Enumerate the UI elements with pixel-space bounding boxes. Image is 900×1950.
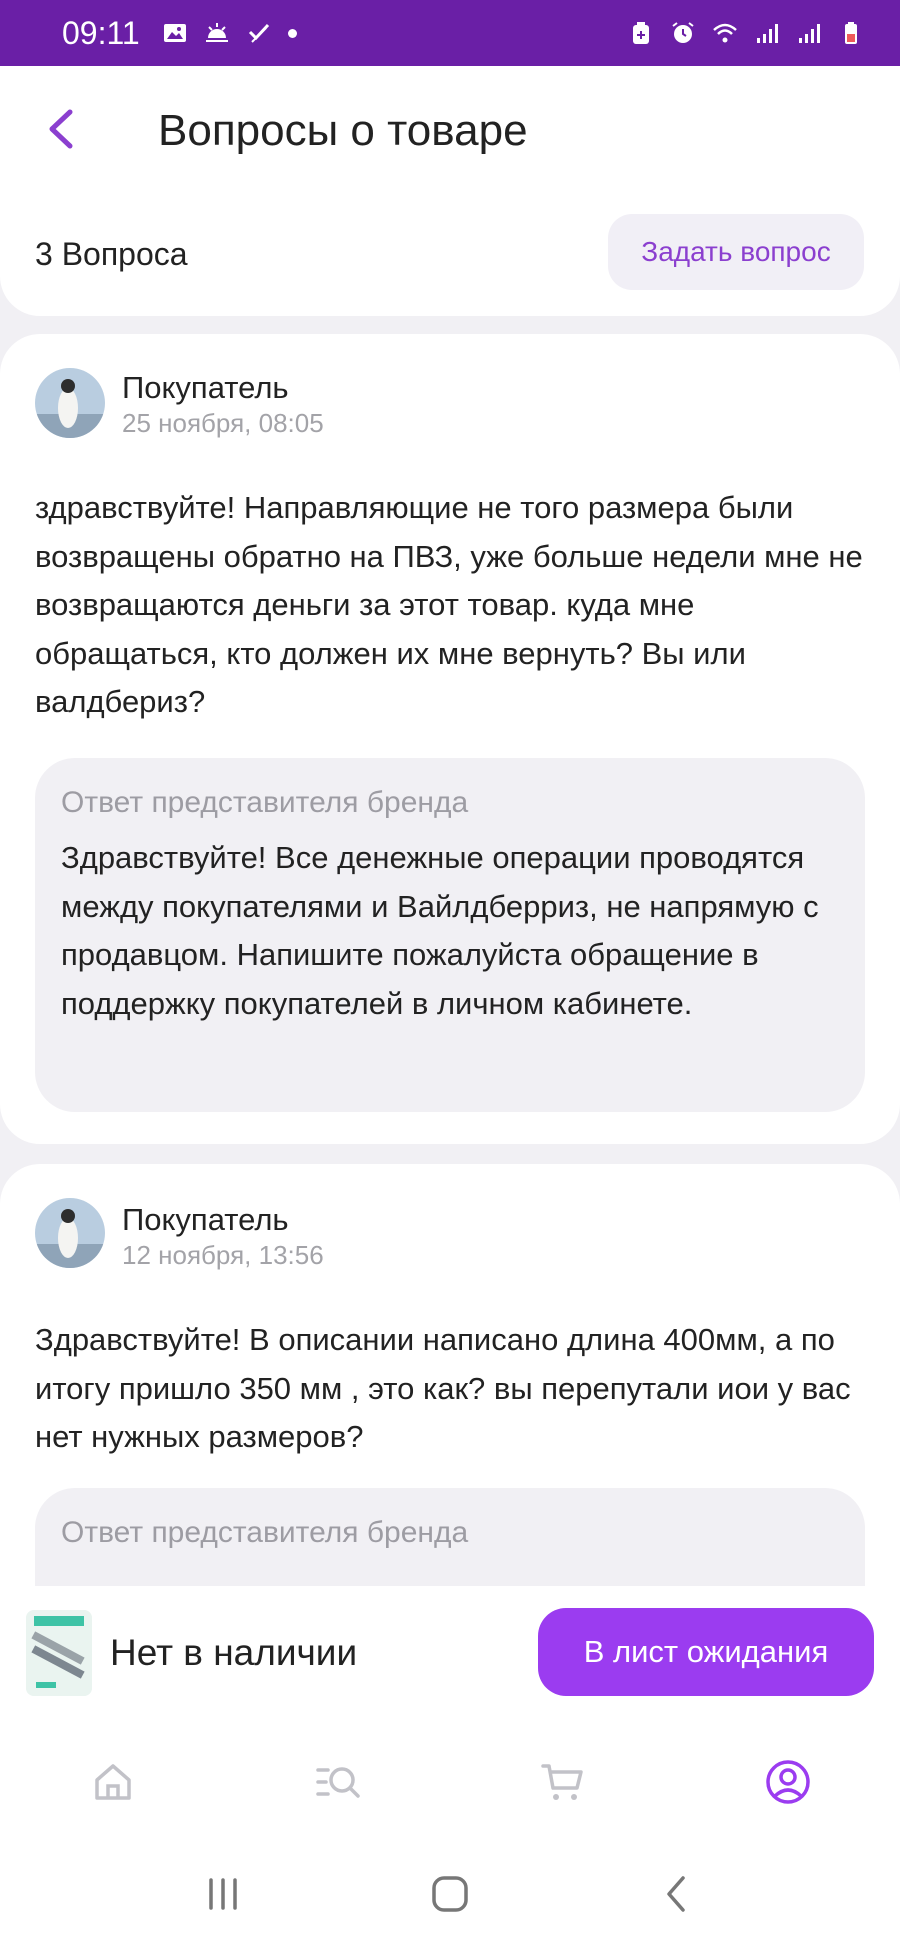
notification-dot — [287, 28, 297, 38]
product-bar: Нет в наличии В лист ожидания — [0, 1586, 900, 1726]
question-card: Покупатель 25 ноября, 08:05 здравствуйте… — [0, 334, 900, 1144]
status-left: 09:11 — [62, 15, 297, 52]
system-back-button[interactable] — [647, 1864, 707, 1924]
header-card: Вопросы о товаре 3 Вопроса Задать вопрос — [0, 66, 900, 316]
answer-text: Здравствуйте! Все денежные операции пров… — [61, 840, 819, 1021]
gallery-icon — [162, 20, 188, 46]
recent-apps-icon — [209, 1878, 238, 1910]
nav-catalog[interactable] — [225, 1726, 450, 1838]
system-nav — [0, 1838, 900, 1950]
back-nav-icon — [666, 1876, 685, 1912]
profile-icon — [765, 1760, 810, 1804]
add-to-waitlist-button[interactable]: В лист ожидания — [538, 1608, 874, 1696]
home-button-icon — [432, 1876, 468, 1912]
answer-label: Ответ представителя бренда — [61, 786, 469, 819]
bottom-nav — [0, 1726, 900, 1838]
nav-profile[interactable] — [675, 1726, 900, 1838]
question-date: 12 ноября, 13:56 — [122, 1240, 324, 1270]
stock-status: Нет в наличии — [110, 1632, 358, 1673]
question-text: здравствуйте! Направляющие не того разме… — [35, 490, 863, 719]
back-button[interactable] — [38, 104, 84, 154]
answer-box: Ответ представителя бренда Здравствуйте!… — [35, 758, 865, 1112]
catalog-search-icon — [315, 1767, 360, 1798]
battery-icon — [838, 20, 864, 46]
question-text: Здравствуйте! В описании написано длина … — [35, 1322, 851, 1454]
status-bar: 09:11 — [0, 0, 900, 66]
avatar — [35, 1198, 105, 1268]
product-thumbnail[interactable] — [26, 1610, 92, 1696]
status-right — [628, 20, 864, 46]
tools-icon — [246, 20, 272, 46]
signal-r-icon — [796, 20, 822, 46]
home-icon — [94, 1764, 131, 1800]
chevron-left-icon — [49, 109, 73, 149]
status-time: 09:11 — [62, 14, 140, 51]
question-author: Покупатель — [122, 370, 289, 405]
battery-saver-icon — [628, 20, 654, 46]
question-date: 25 ноября, 08:05 — [122, 408, 324, 438]
wifi-icon — [712, 20, 738, 46]
system-home-button[interactable] — [420, 1864, 480, 1924]
nav-cart[interactable] — [450, 1726, 675, 1838]
weather-icon — [204, 20, 230, 46]
page-title: Вопросы о товаре — [158, 106, 528, 155]
recent-apps-button[interactable] — [193, 1864, 253, 1924]
nav-home[interactable] — [0, 1726, 225, 1838]
signal-icon — [754, 20, 780, 46]
cart-icon — [540, 1764, 583, 1800]
alarm-icon — [670, 20, 696, 46]
question-author: Покупатель — [122, 1202, 289, 1237]
answer-label: Ответ представителя бренда — [61, 1516, 469, 1549]
avatar — [35, 368, 105, 438]
questions-count: 3 Вопроса — [35, 236, 188, 272]
ask-question-button[interactable]: Задать вопрос — [608, 214, 864, 290]
